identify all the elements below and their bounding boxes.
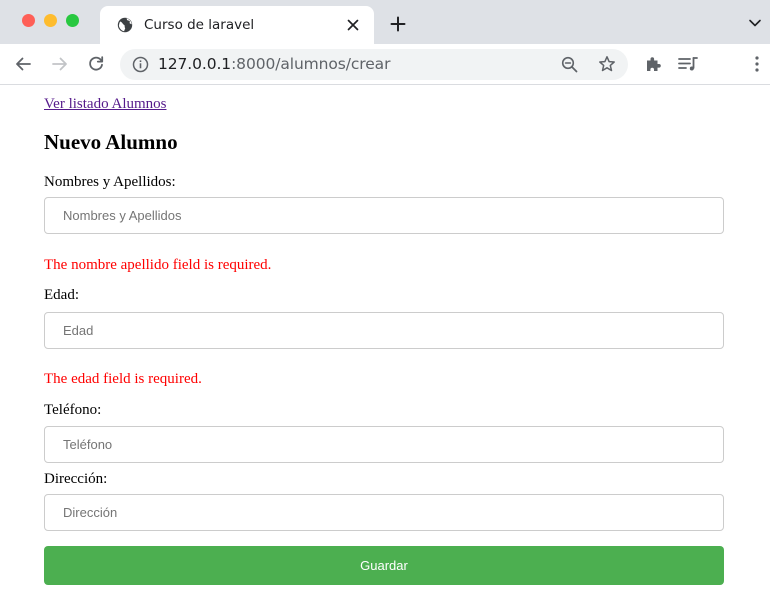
info-icon[interactable] [132,56,149,73]
tab-title: Curso de laravel [144,17,255,33]
nombres-error-message: The nombre apellido field is required. [44,257,272,273]
edad-input[interactable] [44,312,724,349]
direccion-input[interactable] [44,494,724,531]
url-host: 127.0.0.1 [158,55,232,73]
close-tab-icon[interactable] [344,16,362,34]
edad-error-message: The edad field is required. [44,371,202,387]
nombres-apellidos-input[interactable] [44,197,724,234]
url-text[interactable]: 127.0.0.1:8000/alumnos/crear [158,55,390,73]
nombres-label: Nombres y Apellidos: [44,174,176,190]
back-icon[interactable] [12,53,34,75]
edad-label: Edad: [44,287,79,303]
browser-toolbar: 127.0.0.1:8000/alumnos/crear [0,44,770,85]
extensions-icon[interactable] [644,55,662,73]
url-path: :8000/alumnos/crear [231,55,391,73]
zoom-window-button[interactable] [66,14,79,27]
globe-icon [117,17,133,33]
list-alumnos-link[interactable]: Ver listado Alumnos [44,96,167,113]
zoom-out-icon[interactable] [561,56,578,73]
close-window-button[interactable] [22,14,35,27]
minimize-window-button[interactable] [44,14,57,27]
telefono-label: Teléfono: [44,402,102,418]
reload-icon[interactable] [85,53,107,75]
direccion-label: Dirección: [44,471,108,487]
address-bar[interactable]: 127.0.0.1:8000/alumnos/crear [120,49,628,80]
page-title: Nuevo Alumno [44,130,178,154]
forward-icon[interactable] [49,53,71,75]
chevron-down-icon[interactable] [748,16,762,30]
telefono-input[interactable] [44,426,724,463]
tab-strip: Curso de laravel [0,0,770,44]
browser-tab[interactable]: Curso de laravel [100,6,374,44]
bookmark-star-icon[interactable] [598,55,616,73]
more-menu-icon[interactable] [754,55,760,73]
media-control-icon[interactable] [678,56,698,72]
new-tab-icon[interactable] [388,14,408,34]
guardar-button[interactable]: Guardar [44,546,724,585]
